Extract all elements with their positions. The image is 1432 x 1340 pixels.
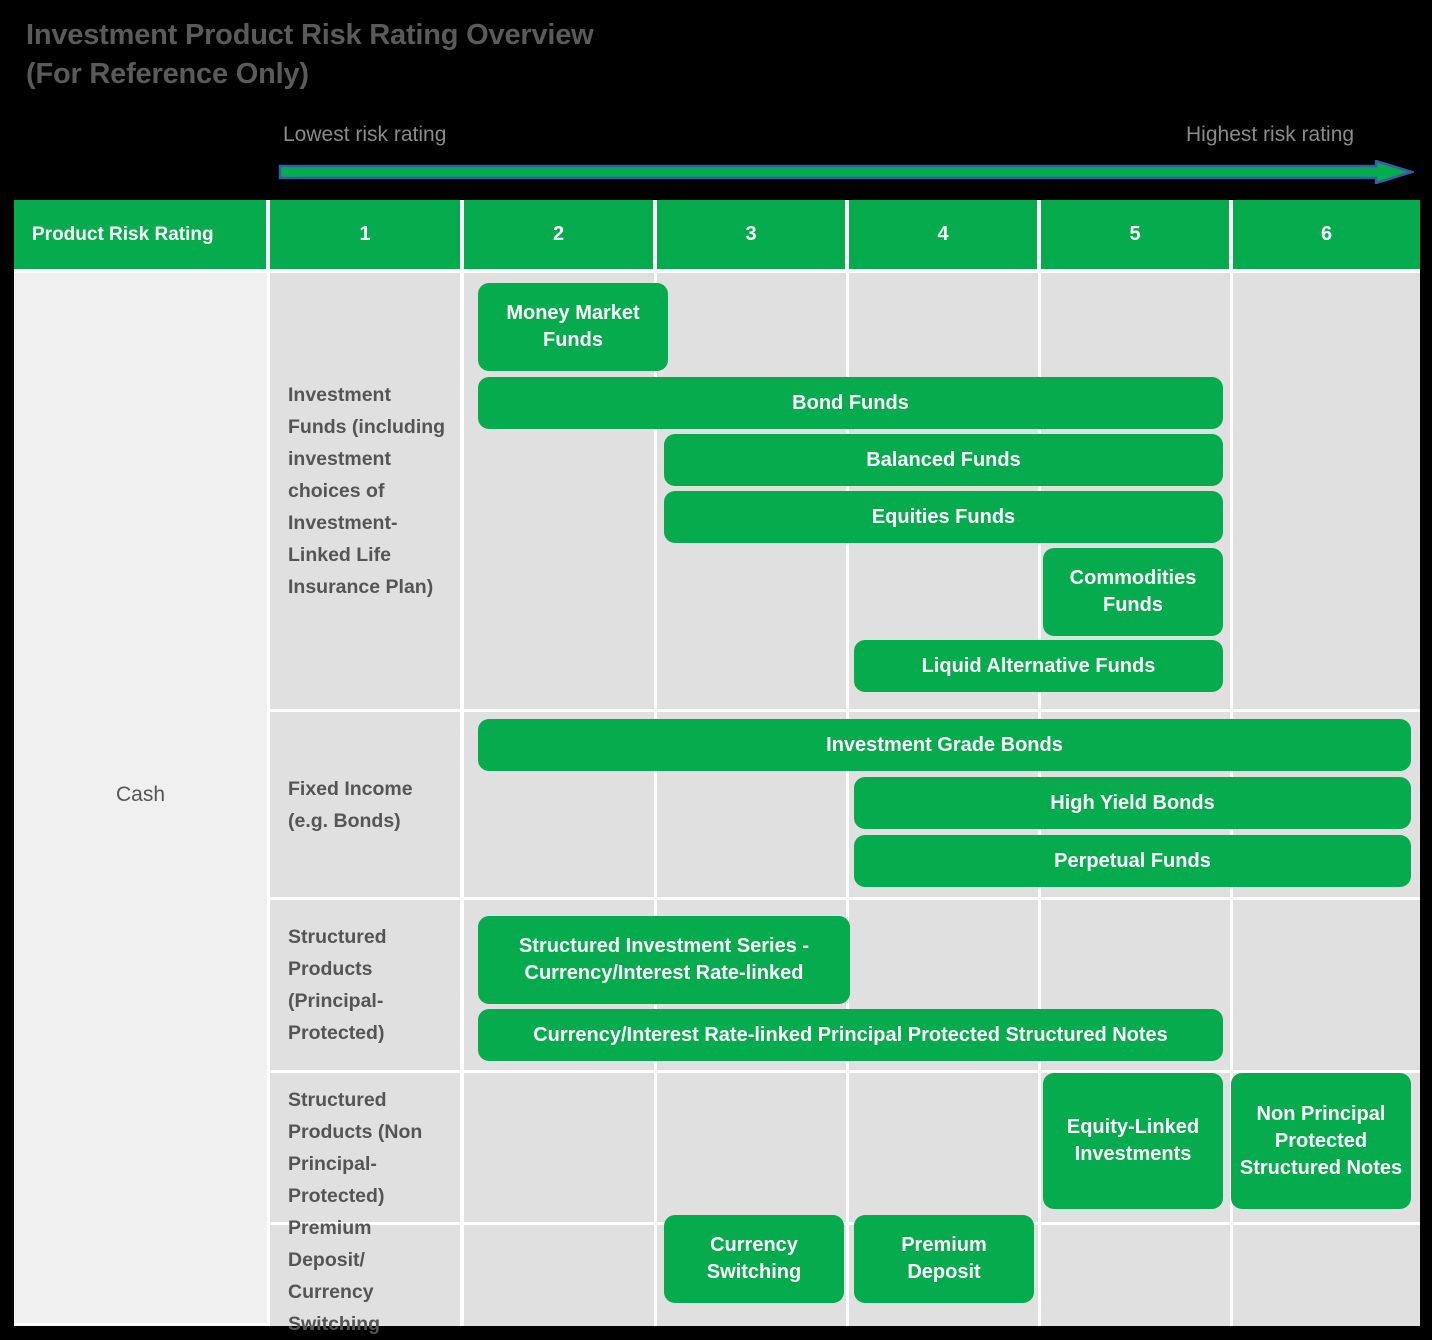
table-header-rating-5: 5 — [1041, 200, 1233, 273]
row-label-fixed-income: Fixed Income (e.g. Bonds) — [270, 712, 464, 900]
cell-premium-5 — [1041, 1225, 1233, 1326]
product-pill-liquid-alternative-funds[interactable]: Liquid Alternative Funds — [854, 640, 1223, 692]
page-title: Investment Product Risk Rating Overview … — [26, 19, 594, 90]
product-pill-premium-deposit[interactable]: Premium Deposit — [854, 1215, 1034, 1303]
cell-sp-npp-4 — [849, 1073, 1041, 1225]
highest-risk-label: Highest risk rating — [1186, 123, 1355, 146]
product-pill-perpetual-funds[interactable]: Perpetual Funds — [854, 835, 1411, 887]
cell-sp-npp-2 — [464, 1073, 657, 1225]
table-header-product-risk-rating: Product Risk Rating — [14, 200, 270, 273]
product-pill-balanced-funds[interactable]: Balanced Funds — [664, 434, 1223, 486]
cell-sp-npp-3 — [657, 1073, 849, 1225]
cell-sp-pp-6 — [1233, 900, 1420, 1073]
product-pill-equities-funds[interactable]: Equities Funds — [664, 491, 1223, 543]
risk-scale-arrow-icon — [278, 159, 1417, 185]
table-header-rating-6: 6 — [1233, 200, 1420, 273]
row-label-investment-funds: Investment Funds (including investment c… — [270, 273, 464, 712]
page-header: Investment Product Risk Rating Overview … — [0, 0, 1432, 196]
product-pill-currency-interest-rate-linked-principal-protected-structured-notes[interactable]: Currency/Interest Rate-linked Principal … — [478, 1009, 1223, 1061]
product-pill-commodities-funds[interactable]: Commodities Funds — [1043, 548, 1223, 636]
cell-premium-6 — [1233, 1225, 1420, 1326]
table-header-rating-1: 1 — [270, 200, 464, 273]
cell-premium-2 — [464, 1225, 657, 1326]
product-pill-currency-switching[interactable]: Currency Switching — [664, 1215, 844, 1303]
cash-label: Cash — [115, 783, 166, 806]
product-pill-structured-investment-series[interactable]: Structured Investment Series - Currency/… — [478, 916, 850, 1004]
product-pill-investment-grade-bonds[interactable]: Investment Grade Bonds — [478, 719, 1411, 771]
table-header-rating-3: 3 — [657, 200, 849, 273]
row-label-structured-products-principal-protected: Structured Products (Principal-Protected… — [270, 900, 464, 1073]
table-header-rating-4: 4 — [849, 200, 1041, 273]
row-label-structured-products-non-principal-protected: Structured Products (Non Principal-Prote… — [270, 1073, 464, 1225]
product-pill-high-yield-bonds[interactable]: High Yield Bonds — [854, 777, 1411, 829]
product-pill-bond-funds[interactable]: Bond Funds — [478, 377, 1223, 429]
lowest-risk-label: Lowest risk rating — [283, 123, 447, 146]
product-pill-equity-linked-investments[interactable]: Equity-Linked Investments — [1043, 1073, 1223, 1209]
product-pill-non-principal-protected-structured-notes[interactable]: Non Principal Protected Structured Notes — [1231, 1073, 1411, 1209]
risk-rating-table: Product Risk Rating 1 2 3 4 5 6 Investme… — [14, 200, 1420, 1335]
row-label-premium-deposit-currency-switching: Premium Deposit/ Currency Switching — [270, 1217, 464, 1335]
table-header-rating-2: 2 — [464, 200, 657, 273]
product-pill-money-market-funds[interactable]: Money Market Funds — [478, 283, 668, 371]
cell-investment-funds-6 — [1233, 273, 1420, 712]
cash-column-cell: Cash — [14, 273, 270, 1326]
